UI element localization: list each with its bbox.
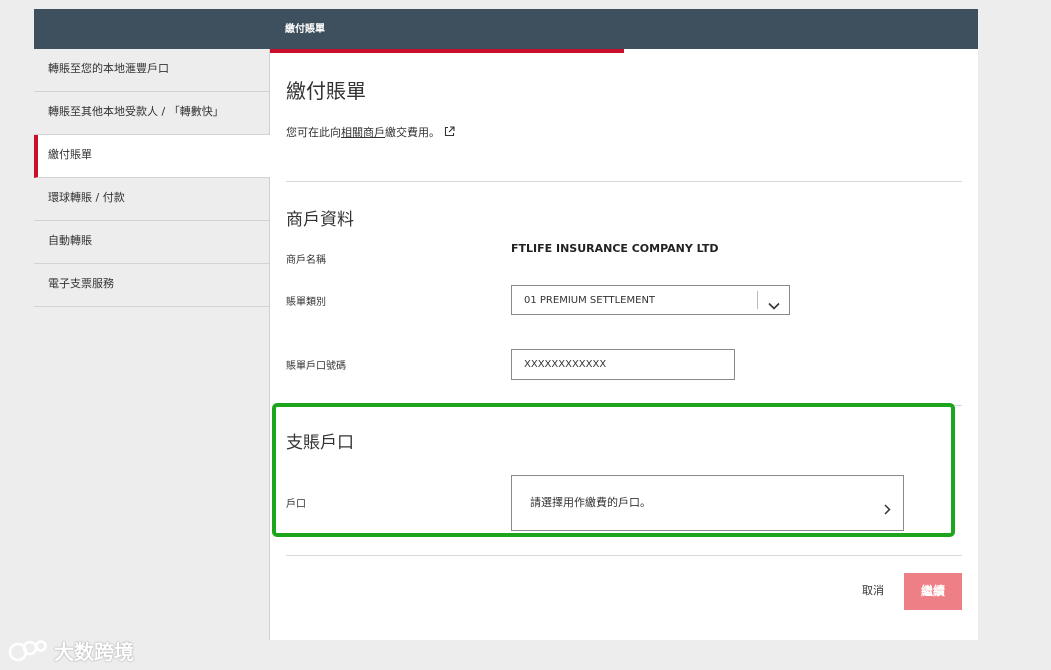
sidebar-item-label: 轉賬至其他本地受款人 / 「轉數快」 [48, 105, 224, 118]
watermark-logo-icon [8, 639, 47, 661]
sidebar-item-label: 自動轉賬 [48, 234, 92, 247]
sidebar-item-label: 電子支票服務 [48, 277, 114, 290]
sidebar-item-label: 環球轉賬 / 付款 [48, 191, 125, 204]
app-frame: 繳付賬單 轉賬至您的本地滙豐戶口 轉賬至其他本地受款人 / 「轉數快」 繳付賬單… [34, 9, 978, 640]
cancel-button[interactable]: 取消 [862, 582, 884, 598]
merchant-name-value: FTLIFE INSURANCE COMPANY LTD [511, 242, 719, 255]
merchant-section-title: 商戶資料 [286, 210, 354, 230]
sidebar-item-local-payee-fps[interactable]: 轉賬至其他本地受款人 / 「轉數快」 [34, 92, 269, 135]
intro-prefix: 您可在此向 [286, 126, 341, 139]
watermark: 大数跨境 [8, 636, 134, 665]
bill-type-selected-value: 01 PREMIUM SETTLEMENT [524, 295, 656, 306]
sidebar: 轉賬至您的本地滙豐戶口 轉賬至其他本地受款人 / 「轉數快」 繳付賬單 環球轉賬… [34, 49, 270, 640]
divider [286, 181, 962, 182]
sidebar-item-label: 繳付賬單 [48, 148, 92, 161]
watermark-text: 大数跨境 [54, 640, 134, 664]
bill-type-select[interactable]: 01 PREMIUM SETTLEMENT [511, 285, 790, 315]
divider [286, 555, 962, 556]
bill-account-input[interactable] [511, 349, 735, 380]
continue-button[interactable]: 繼續 [904, 573, 962, 610]
bill-account-label: 賬單戶口號碼 [286, 361, 346, 372]
external-link-icon[interactable] [444, 126, 455, 140]
top-bar-title: 繳付賬單 [285, 24, 325, 35]
merchant-name-label: 商戶名稱 [286, 255, 326, 266]
page-title: 繳付賬單 [286, 79, 366, 103]
select-separator [757, 291, 758, 309]
sidebar-item-label: 轉賬至您的本地滙豐戶口 [48, 62, 169, 75]
bill-type-label: 賬單類別 [286, 297, 326, 308]
sidebar-item-global-transfer[interactable]: 環球轉賬 / 付款 [34, 178, 269, 221]
sidebar-item-e-cheque[interactable]: 電子支票服務 [34, 264, 269, 307]
progress-indicator [270, 49, 624, 53]
sidebar-item-pay-bills[interactable]: 繳付賬單 [34, 135, 270, 178]
related-merchants-link[interactable]: 相關商戶 [341, 126, 385, 139]
highlight-box [272, 403, 955, 537]
chevron-down-icon [768, 295, 780, 314]
sidebar-item-auto-transfer[interactable]: 自動轉賬 [34, 221, 269, 264]
sidebar-item-own-account-transfer[interactable]: 轉賬至您的本地滙豐戶口 [34, 49, 269, 92]
intro-suffix: 繳交費用。 [385, 126, 440, 139]
intro-text: 您可在此向相關商戶繳交費用。 [286, 124, 455, 140]
top-bar: 繳付賬單 [34, 9, 978, 49]
